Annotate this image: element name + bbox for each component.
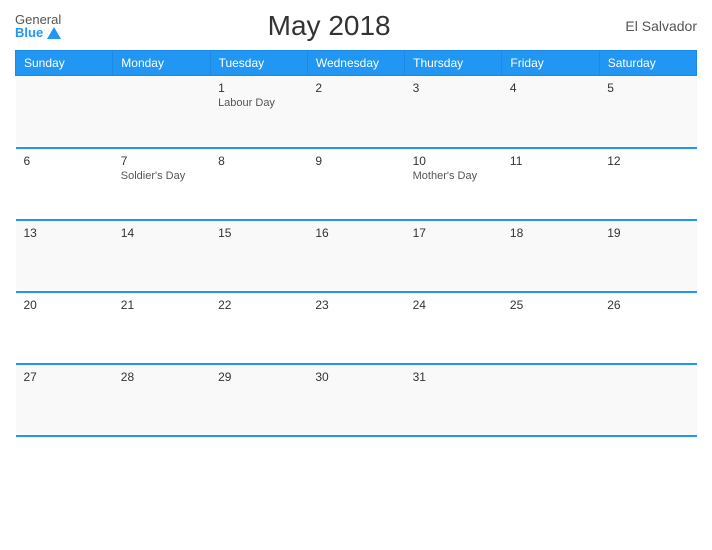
header-tuesday: Tuesday (210, 51, 307, 76)
day-number: 21 (121, 298, 202, 312)
calendar-cell: 29 (210, 364, 307, 436)
calendar-cell: 24 (405, 292, 502, 364)
calendar-cell: 1 Labour Day (210, 76, 307, 148)
header-wednesday: Wednesday (307, 51, 404, 76)
calendar-cell: 12 (599, 148, 696, 220)
holiday-label: Labour Day (218, 97, 299, 109)
header-friday: Friday (502, 51, 599, 76)
day-number: 27 (24, 370, 105, 384)
calendar-cell: 26 (599, 292, 696, 364)
day-number: 7 (121, 154, 202, 168)
day-number: 16 (315, 226, 396, 240)
day-number: 29 (218, 370, 299, 384)
calendar-cell: 9 (307, 148, 404, 220)
calendar-cell: 2 (307, 76, 404, 148)
calendar-cell (599, 364, 696, 436)
week-row-1: 1 Labour Day 2 3 4 5 (16, 76, 697, 148)
day-number: 2 (315, 81, 396, 95)
day-number: 20 (24, 298, 105, 312)
calendar-title: May 2018 (61, 10, 597, 42)
country-label: El Salvador (597, 18, 697, 34)
day-number: 17 (413, 226, 494, 240)
day-number: 8 (218, 154, 299, 168)
calendar-cell: 30 (307, 364, 404, 436)
logo-triangle-icon (47, 27, 61, 39)
day-number: 22 (218, 298, 299, 312)
day-number: 23 (315, 298, 396, 312)
calendar-cell: 28 (113, 364, 210, 436)
week-row-5: 27 28 29 30 31 (16, 364, 697, 436)
calendar-cell: 17 (405, 220, 502, 292)
calendar-cell (16, 76, 113, 148)
day-number: 30 (315, 370, 396, 384)
calendar-cell: 19 (599, 220, 696, 292)
week-row-3: 13 14 15 16 17 18 19 (16, 220, 697, 292)
header-sunday: Sunday (16, 51, 113, 76)
day-number: 31 (413, 370, 494, 384)
day-number: 14 (121, 226, 202, 240)
day-number: 3 (413, 81, 494, 95)
day-number: 26 (607, 298, 688, 312)
calendar-cell: 31 (405, 364, 502, 436)
day-number: 18 (510, 226, 591, 240)
day-number: 24 (413, 298, 494, 312)
calendar-cell: 14 (113, 220, 210, 292)
calendar-cell: 13 (16, 220, 113, 292)
calendar-cell: 8 (210, 148, 307, 220)
week-row-4: 20 21 22 23 24 25 26 (16, 292, 697, 364)
calendar-cell: 7 Soldier's Day (113, 148, 210, 220)
day-number: 11 (510, 154, 591, 168)
calendar-cell (113, 76, 210, 148)
calendar-cell: 15 (210, 220, 307, 292)
day-number: 6 (24, 154, 105, 168)
calendar-cell: 27 (16, 364, 113, 436)
calendar-cell: 20 (16, 292, 113, 364)
day-number: 4 (510, 81, 591, 95)
calendar-cell: 6 (16, 148, 113, 220)
calendar-table: Sunday Monday Tuesday Wednesday Thursday… (15, 50, 697, 437)
day-number: 12 (607, 154, 688, 168)
calendar-cell: 10 Mother's Day (405, 148, 502, 220)
header-monday: Monday (113, 51, 210, 76)
day-number: 9 (315, 154, 396, 168)
logo: General Blue (15, 13, 61, 39)
calendar-cell: 22 (210, 292, 307, 364)
calendar-cell: 25 (502, 292, 599, 364)
day-number: 5 (607, 81, 688, 95)
day-number: 15 (218, 226, 299, 240)
day-number: 13 (24, 226, 105, 240)
calendar-cell (502, 364, 599, 436)
calendar-cell: 4 (502, 76, 599, 148)
calendar-cell: 5 (599, 76, 696, 148)
holiday-label: Mother's Day (413, 170, 494, 182)
calendar-cell: 11 (502, 148, 599, 220)
calendar-cell: 21 (113, 292, 210, 364)
header-thursday: Thursday (405, 51, 502, 76)
logo-blue-text: Blue (15, 26, 61, 39)
day-number: 1 (218, 81, 299, 95)
calendar-cell: 16 (307, 220, 404, 292)
day-number: 19 (607, 226, 688, 240)
header-saturday: Saturday (599, 51, 696, 76)
calendar-cell: 3 (405, 76, 502, 148)
day-number: 28 (121, 370, 202, 384)
week-row-2: 6 7 Soldier's Day 8 9 10 Mother's Day 11 12 (16, 148, 697, 220)
holiday-label: Soldier's Day (121, 170, 202, 182)
calendar-cell: 18 (502, 220, 599, 292)
day-number: 25 (510, 298, 591, 312)
day-headers-row: Sunday Monday Tuesday Wednesday Thursday… (16, 51, 697, 76)
calendar-container: General Blue May 2018 El Salvador Sunday… (0, 0, 712, 550)
calendar-header: General Blue May 2018 El Salvador (15, 10, 697, 42)
calendar-cell: 23 (307, 292, 404, 364)
day-number: 10 (413, 154, 494, 168)
